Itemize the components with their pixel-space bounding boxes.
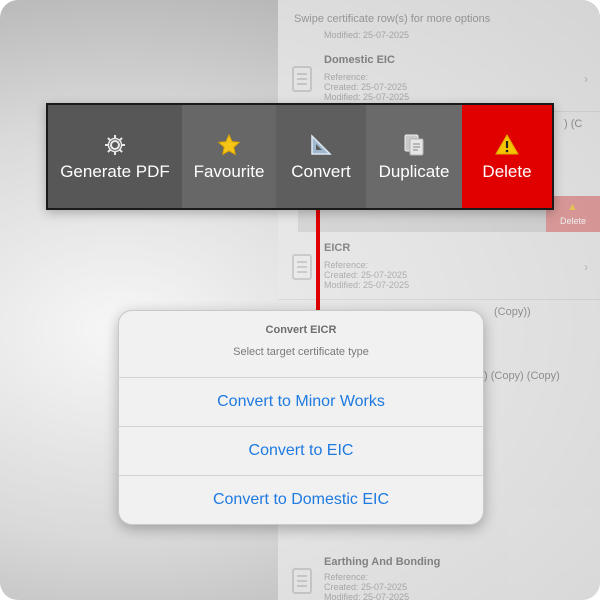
action-sheet-title: Convert EICR bbox=[265, 324, 337, 336]
list-item[interactable]: Modified: 25-07-2025 bbox=[278, 0, 600, 40]
action-sheet-header: Convert EICR Select target certificate t… bbox=[119, 311, 483, 377]
list-item-modified: Modified: 25-07-2025 bbox=[324, 92, 410, 102]
convert-label: Convert bbox=[291, 161, 351, 181]
warning-icon: ▲ bbox=[567, 201, 578, 213]
convert-button[interactable]: Convert bbox=[276, 105, 366, 208]
favourite-button[interactable]: Favourite bbox=[182, 105, 276, 208]
list-item[interactable]: Earthing And Bonding Reference: Created:… bbox=[278, 550, 600, 600]
warning-icon bbox=[495, 132, 519, 158]
list-item-title: Domestic EIC bbox=[324, 54, 395, 66]
document-icon bbox=[292, 568, 312, 594]
duplicate-icon bbox=[402, 132, 426, 158]
list-item-modified: Modified: 25-07-2025 bbox=[324, 592, 410, 600]
list-item-reference: Reference: bbox=[324, 572, 369, 582]
action-sheet-subtitle: Select target certificate type bbox=[233, 346, 369, 358]
chevron-right-icon: › bbox=[584, 260, 588, 274]
gear-icon bbox=[103, 132, 127, 158]
convert-to-minor-works-option[interactable]: Convert to Minor Works bbox=[119, 377, 483, 426]
delete-button[interactable]: Delete bbox=[462, 105, 552, 208]
duplicate-label: Duplicate bbox=[378, 161, 450, 181]
chevron-right-icon: › bbox=[584, 72, 588, 86]
generate-pdf-label: Generate PDF bbox=[60, 161, 170, 181]
callout-connector bbox=[316, 206, 320, 316]
swipe-delete-button[interactable]: ▲ Delete bbox=[546, 196, 600, 232]
delete-label: Delete bbox=[482, 161, 532, 181]
list-item-reference: Reference: bbox=[324, 260, 369, 270]
list-item-reference: Reference: bbox=[324, 72, 369, 82]
list-item-modified: Modified: 25-07-2025 bbox=[324, 30, 410, 40]
document-icon bbox=[292, 66, 312, 92]
list-item-created: Created: 25-07-2025 bbox=[324, 82, 408, 92]
list-item-title: Earthing And Bonding bbox=[324, 556, 441, 568]
list-item-title: EICR bbox=[324, 242, 351, 254]
convert-to-domestic-eic-option[interactable]: Convert to Domestic EIC bbox=[119, 475, 483, 524]
list-item-created: Created: 25-07-2025 bbox=[324, 270, 408, 280]
list-item-created: Created: 25-07-2025 bbox=[324, 582, 408, 592]
swipe-action-toolbar: Generate PDF Favourite Convert Duplicate… bbox=[46, 103, 554, 210]
generate-pdf-button[interactable]: Generate PDF bbox=[48, 105, 182, 208]
set-square-icon bbox=[309, 132, 333, 158]
star-icon bbox=[217, 132, 241, 158]
list-item-title-partial: ) (C bbox=[564, 118, 583, 130]
favourite-label: Favourite bbox=[193, 161, 265, 181]
list-item[interactable]: EICR Reference: Created: 25-07-2025 Modi… bbox=[278, 236, 600, 300]
list-item-title-partial: ) (Copy) (Copy) bbox=[484, 370, 560, 382]
convert-to-eic-option[interactable]: Convert to EIC bbox=[119, 426, 483, 475]
list-item-title-partial: (Copy)) bbox=[494, 306, 531, 318]
list-item-modified: Modified: 25-07-2025 bbox=[324, 280, 410, 290]
document-icon bbox=[292, 254, 312, 280]
screenshot-frame: Swipe certificate row(s) for more option… bbox=[0, 0, 600, 600]
duplicate-button[interactable]: Duplicate bbox=[366, 105, 462, 208]
convert-action-sheet: Convert EICR Select target certificate t… bbox=[118, 310, 484, 525]
